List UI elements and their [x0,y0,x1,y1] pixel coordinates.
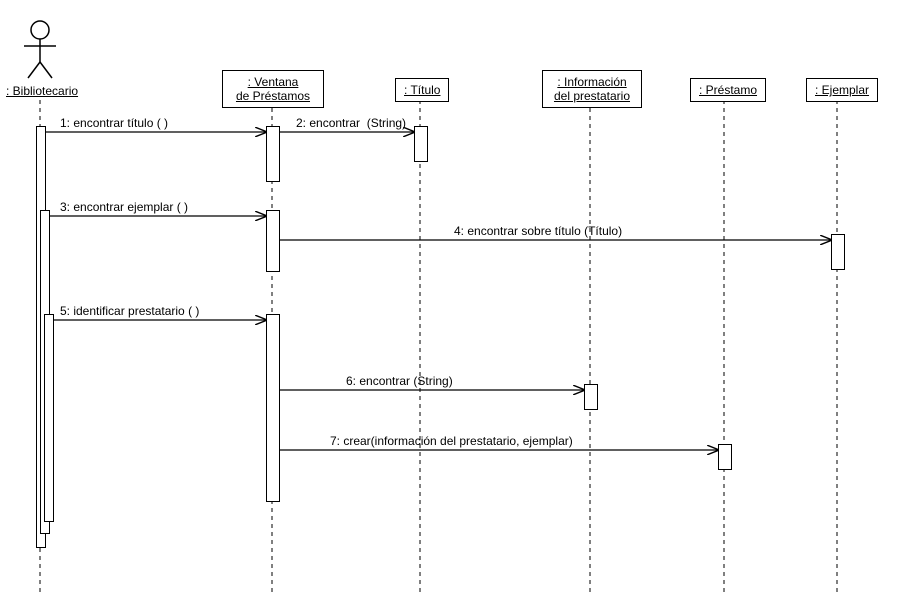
activation-ejemplar [831,234,845,270]
lifeline-head-ejemplar: : Ejemplar [806,78,878,102]
message-7-label: 7: crear(información del prestatario, ej… [330,434,573,448]
activation-ventana-1 [266,126,280,182]
actor-icon [24,21,56,78]
lifeline-head-titulo: : Título [395,78,449,102]
message-2-label: 2: encontrar (String) [296,116,406,130]
message-3-label: 3: encontrar ejemplar ( ) [60,200,188,214]
message-4-label: 4: encontrar sobre título (Título) [454,224,622,238]
lifeline-head-info: : Información del prestatario [542,70,642,108]
lifeline-head-ventana: : Ventana de Préstamos [222,70,324,108]
activation-titulo [414,126,428,162]
activation-ventana-2 [266,210,280,272]
actor-label: : Bibliotecario [6,84,78,98]
sequence-diagram: : Bibliotecario : Ventana de Préstamos :… [0,0,900,602]
lifeline-head-prestamo: : Préstamo [690,78,766,102]
message-6-label: 6: encontrar (String) [346,374,453,388]
message-1-label: 1: encontrar título ( ) [60,116,168,130]
message-5-label: 5: identificar prestatario ( ) [60,304,199,318]
activation-actor-inner2 [44,314,54,522]
activation-info [584,384,598,410]
activation-prestamo [718,444,732,470]
activation-ventana-3 [266,314,280,502]
